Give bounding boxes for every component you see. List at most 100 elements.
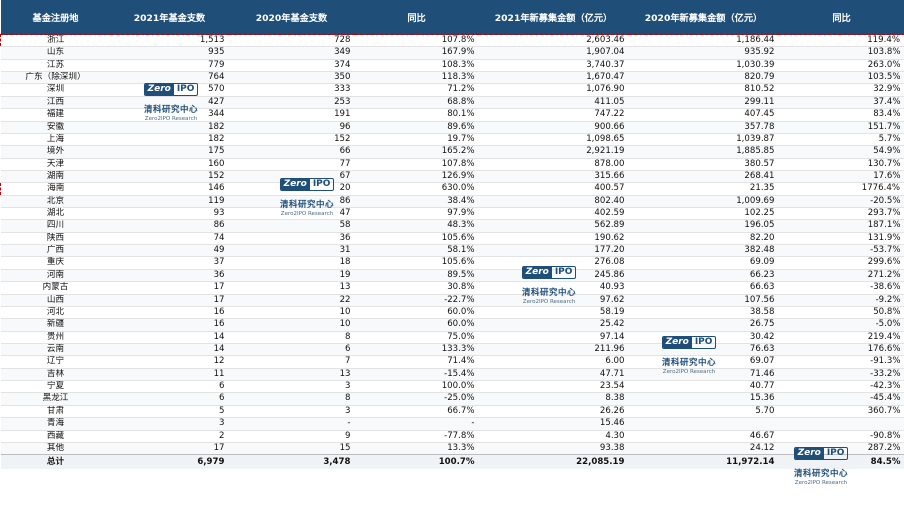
table-row: 天津 160 77 107.8% 878.00 380.57 130.7% xyxy=(0,158,904,171)
cell-region: 山西 xyxy=(0,294,111,307)
cell-yoy-count: 80.1% xyxy=(447,109,475,120)
cell-amount-2020: 66.23 xyxy=(628,269,779,282)
total-count-2020: 3,478 xyxy=(228,454,355,470)
cell-count-2021: 37 xyxy=(213,257,225,268)
cell-yoy-count: 60.0% xyxy=(354,318,479,332)
cell-yoy-amount: 263.0% xyxy=(867,59,901,70)
cell-region: 境外 xyxy=(0,145,111,159)
table-row: 辽宁 12 7 71.4% 6.00 69.07 -91.3% xyxy=(0,356,904,369)
table-row: 新疆 16 10 60.0% 25.42 26.75 -5.0% xyxy=(0,318,904,332)
cell-region: 天津 xyxy=(46,158,65,169)
cell-yoy-count: 165.2% xyxy=(354,145,479,159)
cell-count-2021: 36 xyxy=(110,269,229,282)
cell-amount-2020: 71.46 xyxy=(628,368,779,381)
cell-yoy-count: 105.6% xyxy=(441,257,475,268)
cell-region: 福建 xyxy=(46,109,65,120)
cell-count-2020: - xyxy=(228,417,355,430)
cell-amount-2020: 30.42 xyxy=(749,331,775,342)
cell-region: 上海 xyxy=(46,133,65,144)
cell-count-2021: 14 xyxy=(110,343,229,356)
cell-amount-2021: 1,907.04 xyxy=(478,46,629,60)
total-label: 总计 xyxy=(0,454,111,470)
cell-count-2021: 86 xyxy=(110,219,229,233)
cell-amount-2020: 407.45 xyxy=(744,109,775,120)
cell-amount-2020: 1,186.44 xyxy=(628,33,779,48)
cell-amount-2020: 66.63 xyxy=(749,282,775,293)
cell-yoy-amount: 271.2% xyxy=(778,269,904,282)
cell-region: 甘肃 xyxy=(46,405,65,416)
cell-yoy-amount: 299.6% xyxy=(867,257,901,268)
cell-count-2021: 160 xyxy=(208,158,225,169)
cell-yoy-count: 68.8% xyxy=(354,96,479,109)
cell-yoy-count: 58.1% xyxy=(354,244,479,257)
cell-yoy-amount: -9.2% xyxy=(778,294,904,307)
cell-count-2021: 93 xyxy=(213,208,225,219)
cell-amount-2021: 411.05 xyxy=(478,96,629,109)
cell-yoy-amount: 103.5% xyxy=(778,71,904,84)
cell-count-2020: 66 xyxy=(228,145,355,159)
cell-region: 宁夏 xyxy=(46,381,65,392)
cell-count-2020: 6 xyxy=(228,343,355,356)
cell-amount-2021: 25.42 xyxy=(478,318,629,332)
cell-yoy-count: -22.7% xyxy=(354,294,479,307)
col-header-region: 基金注册地 xyxy=(0,0,111,35)
cell-count-2021: 119 xyxy=(110,195,229,208)
cell-yoy-count: -25.0% xyxy=(354,392,479,406)
table-row: 河南 36 19 89.5% 245.86 66.23 271.2% xyxy=(0,269,904,282)
cell-region: 浙江 xyxy=(0,33,111,48)
cell-yoy-count: 30.8% xyxy=(447,282,475,293)
cell-count-2020: 18 xyxy=(339,257,351,268)
cell-count-2021: 344 xyxy=(208,109,225,120)
cell-amount-2021: 8.38 xyxy=(478,392,629,406)
table-row: 西藏 2 9 -77.8% 4.30 46.67 -90.8% xyxy=(0,430,904,443)
cell-count-2020: 13 xyxy=(339,282,351,293)
table-row: 吉林 11 13 -15.4% 47.71 71.46 -33.2% xyxy=(0,368,904,381)
cell-count-2021: 17 xyxy=(110,294,229,307)
cell-yoy-count: 60.0% xyxy=(447,306,475,317)
table-row: 重庆 37 18 105.6% 276.08 69.09 299.6% xyxy=(0,257,904,270)
cell-yoy-count: 13.3% xyxy=(354,442,479,455)
watermark-en-text: Zero2IPO Research xyxy=(794,480,848,486)
col-header-count-2021: 2021年基金支数 xyxy=(110,0,229,35)
table-row: 浙江 1,513 728 107.8% 2,603.46 1,186.44 119.4% xyxy=(0,33,904,48)
cell-count-2020: 86 xyxy=(228,195,355,208)
cell-amount-2021: 1,076.90 xyxy=(586,84,625,95)
cell-amount-2021: 878.00 xyxy=(594,158,625,169)
cell-amount-2021: 315.66 xyxy=(478,170,629,183)
cell-amount-2021: 2,603.46 xyxy=(478,33,629,48)
cell-region: 辽宁 xyxy=(46,356,65,367)
table-row: 山东 935 349 167.9% 1,907.04 935.92 103.8% xyxy=(0,46,904,60)
cell-count-2020: 9 xyxy=(345,430,351,441)
cell-region: 四川 xyxy=(0,219,111,233)
cell-count-2021: 3 xyxy=(110,417,229,430)
cell-count-2021: 146 xyxy=(110,182,229,196)
cell-region: 北京 xyxy=(0,195,111,208)
cell-region: 海南 xyxy=(0,182,111,196)
cell-amount-2020: 15.36 xyxy=(628,392,779,406)
cell-amount-2021: 3,740.37 xyxy=(586,59,625,70)
cell-count-2020: 67 xyxy=(228,170,355,183)
cell-count-2021: 16 xyxy=(110,318,229,332)
cell-count-2021: 6 xyxy=(110,392,229,406)
cell-yoy-amount: -38.6% xyxy=(870,282,901,293)
cell-yoy-count: 71.2% xyxy=(447,84,475,95)
cell-amount-2021: 93.38 xyxy=(478,442,629,455)
total-row: 总计 6,979 3,478 100.7% 22,085.19 11,972.1… xyxy=(0,454,904,470)
cell-count-2020: 15 xyxy=(228,442,355,455)
table-row: 深圳 570 333 71.2% 1,076.90 810.52 32.9% xyxy=(0,84,904,97)
cell-amount-2021: 190.62 xyxy=(594,232,625,243)
cell-amount-2021: 400.57 xyxy=(478,182,629,196)
cell-amount-2021: 4.30 xyxy=(605,430,625,441)
cell-count-2020: 152 xyxy=(334,133,351,144)
cell-amount-2020 xyxy=(628,417,779,430)
cell-amount-2020: 196.05 xyxy=(628,219,779,233)
cell-amount-2020: 69.09 xyxy=(749,257,775,268)
cell-amount-2021: 1,098.65 xyxy=(586,133,625,144)
col-header-yoy-count: 同比 xyxy=(354,0,479,35)
cell-amount-2021: 747.22 xyxy=(594,109,625,120)
table-row: 黑龙江 6 8 -25.0% 8.38 15.36 -45.4% xyxy=(0,392,904,406)
col-header-amount-2020: 2020年新募集金额（亿元） xyxy=(628,0,779,35)
cell-amount-2021: 97.62 xyxy=(478,294,629,307)
cell-amount-2020: 40.77 xyxy=(749,381,775,392)
cell-yoy-count: 107.8% xyxy=(354,33,479,48)
